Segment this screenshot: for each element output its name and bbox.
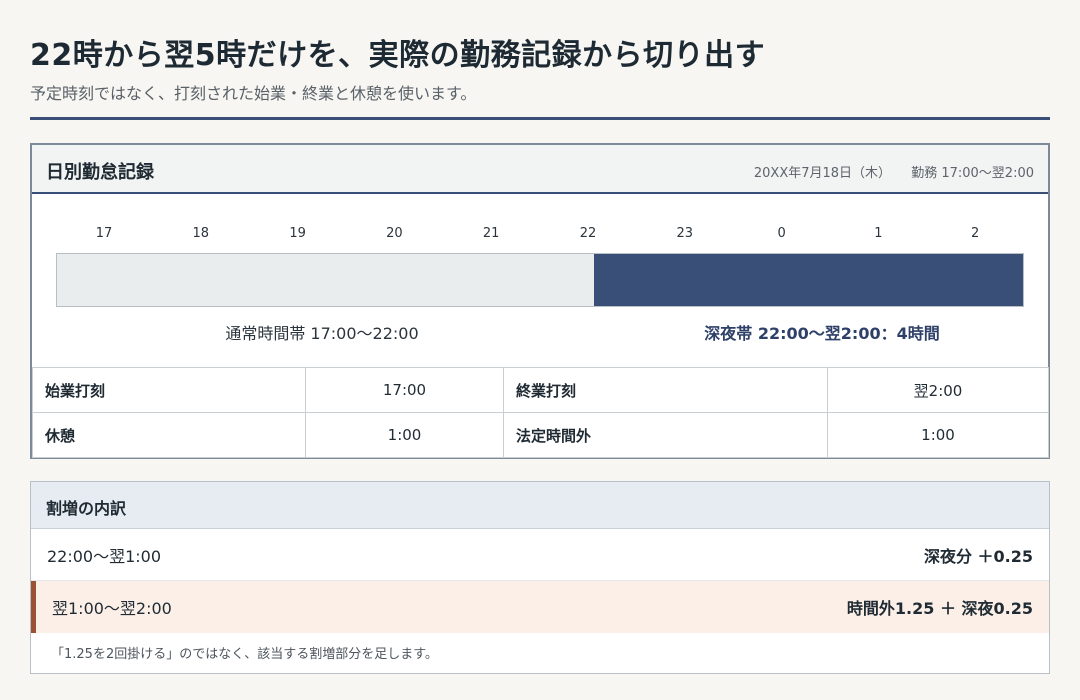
timeline-tick-label: 17 — [95, 226, 113, 241]
table-row: 始業打刻 17:00 終業打刻 翌2:00 — [32, 367, 1049, 413]
normal-hours-segment — [57, 254, 594, 306]
end-punch-value: 翌2:00 — [827, 367, 1049, 413]
timeline-tick-label: 0 — [777, 226, 786, 241]
record-meta: 20XX年7月18日（木） 勤務 17:00〜翌2:00 — [754, 162, 1034, 181]
breakdown-note: 「1.25を2回掛ける」のではなく、該当する割増部分を足します。 — [51, 647, 438, 662]
break-value: 1:00 — [305, 412, 504, 458]
breakdown-title: 割増の内訳 — [46, 499, 127, 518]
record-header: 日別勤怠記録 20XX年7月18日（木） 勤務 17:00〜翌2:00 — [32, 145, 1048, 194]
table-row: 休憩 1:00 法定時間外 1:00 — [32, 412, 1049, 458]
punch-table: 始業打刻 17:00 終業打刻 翌2:00 休憩 1:00 法定時間外 1:00 — [32, 367, 1049, 458]
title-divider — [30, 117, 1050, 120]
timeline-tick-label: 1 — [874, 226, 883, 241]
normal-zone-label: 通常時間帯 17:00〜22:00 — [225, 324, 419, 343]
breakdown-rate: 時間外1.25 ＋ 深夜0.25 — [846, 599, 1033, 618]
record-date: 20XX年7月18日（木） — [753, 166, 892, 181]
timeline-bar — [56, 253, 1024, 307]
overtime-label: 法定時間外 — [503, 412, 828, 458]
timeline-tick-label: 21 — [482, 226, 500, 241]
timeline-tick-label: 19 — [289, 226, 306, 241]
end-punch-label: 終業打刻 — [503, 367, 828, 413]
record-shift: 勤務 17:00〜翌2:00 — [911, 166, 1034, 181]
timeline-tick-label: 23 — [676, 226, 694, 241]
night-hours-segment — [594, 254, 1023, 306]
list-item: 22:00〜翌1:00 深夜分 ＋0.25 — [31, 529, 1049, 581]
list-item-highlighted: 翌1:00〜翌2:00 時間外1.25 ＋ 深夜0.25 — [31, 581, 1049, 633]
daily-attendance-card: 日別勤怠記録 20XX年7月18日（木） 勤務 17:00〜翌2:00 17 18… — [30, 143, 1050, 459]
start-punch-value: 17:00 — [305, 367, 504, 413]
night-zone-label: 深夜帯 22:00〜翌2:00：4時間 — [704, 324, 940, 343]
page: 22時から翌5時だけを、実際の勤務記録から切り出す 予定時刻ではなく、打刻された… — [0, 0, 1080, 700]
breakdown-range: 翌1:00〜翌2:00 — [52, 599, 172, 618]
shift-timeline: 17 18 19 20 21 22 23 0 1 2 通常時間帯 17:00〜22:00 深夜帯 … — [32, 194, 1048, 369]
record-title: 日別勤怠記録 — [46, 162, 154, 183]
premium-breakdown-card: 割増の内訳 22:00〜翌1:00 深夜分 ＋0.25 翌1:00〜翌2:00 … — [30, 481, 1050, 674]
timeline-tick-label: 2 — [971, 226, 980, 241]
timeline-tick-label: 18 — [192, 226, 210, 241]
page-title: 22時から翌5時だけを、実際の勤務記録から切り出す — [30, 38, 766, 73]
start-punch-label: 始業打刻 — [32, 367, 306, 413]
timeline-tick-label: 22 — [579, 226, 597, 241]
page-subtitle: 予定時刻ではなく、打刻された始業・終業と休憩を使います。 — [30, 84, 477, 103]
breakdown-range: 22:00〜翌1:00 — [47, 547, 162, 566]
breakdown-header: 割増の内訳 — [31, 482, 1049, 529]
timeline-tick-label: 20 — [386, 226, 403, 241]
overtime-value: 1:00 — [827, 412, 1049, 458]
break-label: 休憩 — [32, 412, 306, 458]
breakdown-rate: 深夜分 ＋0.25 — [923, 547, 1033, 566]
